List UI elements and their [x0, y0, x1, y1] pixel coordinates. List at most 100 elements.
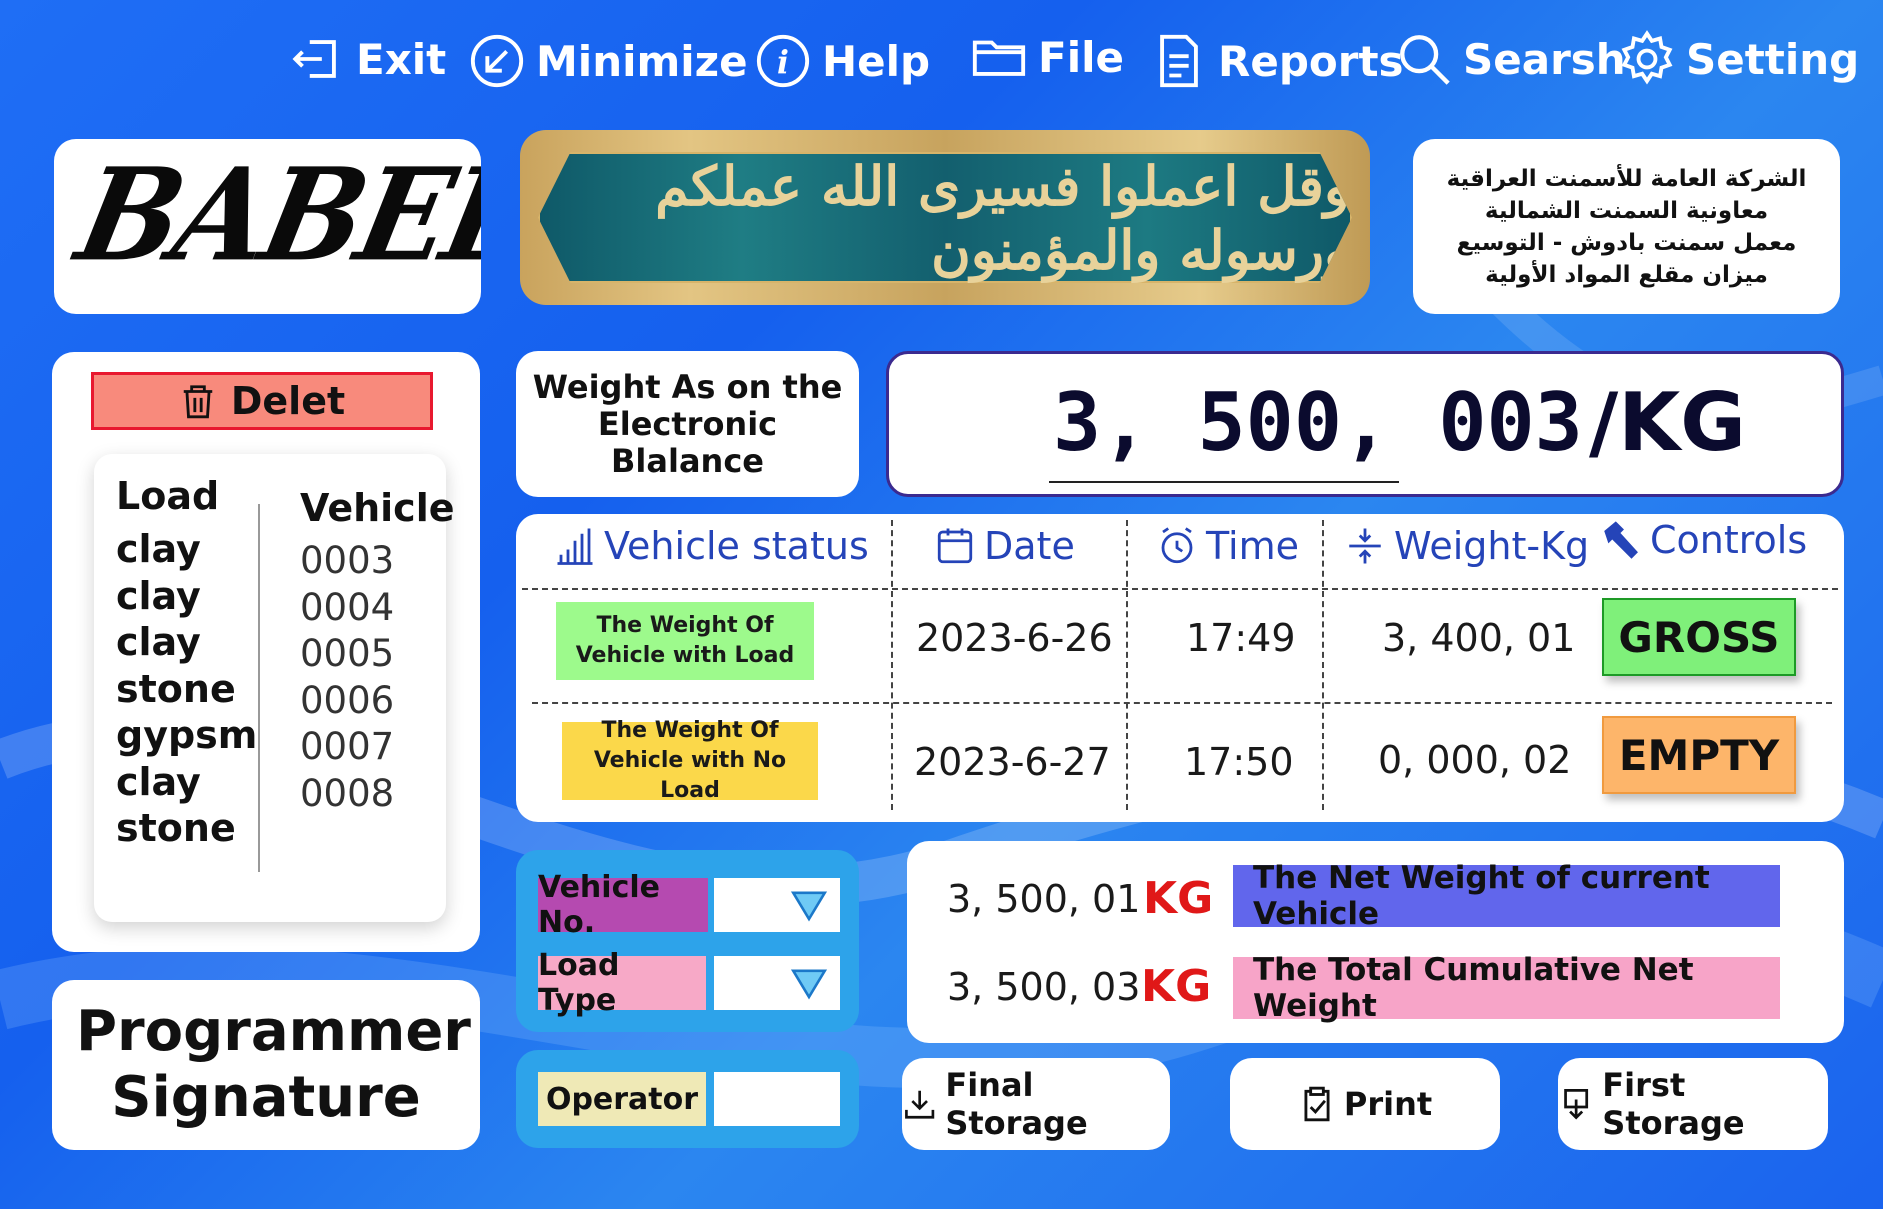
gear-icon: [1621, 30, 1673, 85]
vehicle-status-table: Vehicle status Date Time Weight-Kg Contr…: [516, 514, 1844, 822]
load-type-dropdown[interactable]: [714, 956, 840, 1010]
list-item[interactable]: 0008: [300, 771, 455, 818]
load-header: Load: [116, 474, 220, 518]
chevron-down-icon: [790, 969, 828, 1000]
organization-card: الشركة العامة للأسمنت العراقية معاونية ا…: [1413, 139, 1840, 314]
search-icon: [1400, 35, 1450, 85]
weight-header-label: Weight-Kg: [1394, 524, 1590, 568]
net-current-unit: KG: [1143, 873, 1214, 924]
net-total-value: 3, 500, 03: [947, 965, 1141, 1009]
date-header-label: Date: [984, 524, 1075, 568]
org-line: معاونية السمنت الشمالية: [1484, 197, 1769, 224]
delete-button[interactable]: Delet: [91, 372, 433, 430]
net-total-unit: KG: [1141, 961, 1212, 1012]
row-time: 17:49: [1186, 616, 1296, 660]
reports-menu-item[interactable]: Reports: [1150, 32, 1404, 90]
list-item[interactable]: gypsm: [116, 712, 257, 759]
print-label: Print: [1343, 1085, 1433, 1123]
column-separator: [1126, 520, 1128, 810]
status-badge: The Weight Of Vehicle with Load: [556, 602, 814, 680]
search-menu-item[interactable]: Searsh: [1395, 30, 1626, 88]
org-line: الشركة العامة للأسمنت العراقية: [1446, 165, 1807, 192]
balance-display: 3, 500, 003 /KG: [886, 351, 1844, 497]
balance-label-card: Weight As on the Electronic Blalance: [516, 351, 859, 497]
delete-label: Delet: [230, 379, 346, 423]
balance-label: Weight As on the Electronic Blalance: [532, 367, 843, 480]
operator-panel: Operator: [516, 1050, 859, 1148]
first-storage-button[interactable]: First Storage: [1558, 1058, 1828, 1150]
banner-inner: وقل اعملوا فسيرى الله عملكم ورسوله والمؤ…: [538, 152, 1352, 283]
list-item[interactable]: stone: [116, 666, 257, 713]
balance-value: 3, 500, 003: [1053, 376, 1583, 469]
calligraphy-text: وقل اعملوا فسيرى الله عملكم ورسوله والمؤ…: [655, 153, 1350, 282]
org-line: معمل سمنت بادوش - التوسيع: [1456, 229, 1797, 256]
time-header: Time: [1156, 524, 1299, 568]
svg-text:i: i: [777, 45, 789, 81]
empty-button[interactable]: EMPTY: [1602, 716, 1796, 794]
column-separator: [891, 520, 893, 810]
babel-logo: BABEL: [54, 139, 481, 314]
final-storage-label: Final Storage: [945, 1066, 1088, 1142]
trash-icon: [183, 385, 213, 419]
first-storage-label: First Storage: [1602, 1066, 1745, 1142]
time-header-label: Time: [1206, 524, 1299, 568]
row-separator: [532, 702, 1832, 704]
vehicle-column: Vehicle 0003 0004 0005 0006 0007 0008: [300, 486, 455, 817]
clipboard-check-icon: [1304, 1086, 1330, 1122]
controls-header: Controls: [1600, 518, 1807, 562]
column-separator: [1322, 520, 1324, 810]
exit-menu-item[interactable]: Exit: [288, 30, 446, 88]
help-label: Help: [822, 36, 931, 86]
folder-icon: [972, 40, 1026, 76]
org-line: ميزان مقلع المواد الأولية: [1485, 261, 1768, 288]
print-button[interactable]: Print: [1230, 1058, 1500, 1150]
setting-menu-item[interactable]: Setting: [1618, 30, 1859, 88]
list-item[interactable]: clay: [116, 759, 257, 806]
row-weight: 3, 400, 01: [1382, 616, 1576, 660]
row-separator: [522, 588, 1838, 590]
final-storage-button[interactable]: Final Storage: [902, 1058, 1170, 1150]
bar-chart-icon: [557, 528, 593, 565]
list-item[interactable]: 0005: [300, 631, 455, 678]
row-date: 2023-6-27: [914, 740, 1111, 784]
setting-label: Setting: [1686, 34, 1860, 84]
minimize-menu-item[interactable]: Minimize: [468, 32, 748, 90]
list-item[interactable]: clay: [116, 619, 257, 666]
selection-panel: Vehicle No. Load Type: [516, 850, 859, 1032]
column-divider: [258, 504, 260, 872]
list-item[interactable]: 0003: [300, 538, 455, 585]
exit-label: Exit: [356, 34, 447, 84]
programmer-signature: Programmer Signature: [52, 980, 480, 1150]
save-down-icon: [1564, 1089, 1589, 1120]
file-label: File: [1038, 32, 1124, 82]
balance-unit: /KG: [1589, 376, 1746, 469]
load-column: Load clay clay clay stone gypsm clay sto…: [116, 474, 257, 852]
vehicle-header: Vehicle: [300, 486, 455, 530]
balance-underline: [1049, 481, 1399, 483]
status-header: Vehicle status: [554, 524, 869, 568]
list-item[interactable]: stone: [116, 805, 257, 852]
list-item[interactable]: clay: [116, 526, 257, 573]
minimize-label: Minimize: [536, 36, 748, 86]
list-item[interactable]: 0007: [300, 724, 455, 771]
search-label: Searsh: [1463, 34, 1626, 84]
list-item[interactable]: 0004: [300, 585, 455, 632]
date-header: Date: [934, 524, 1075, 568]
file-menu-item[interactable]: File: [970, 28, 1124, 86]
list-item[interactable]: 0006: [300, 678, 455, 725]
vehicle-no-label: Vehicle No.: [538, 870, 708, 940]
vehicle-no-dropdown[interactable]: [714, 878, 840, 932]
exit-icon: [292, 40, 336, 78]
help-menu-item[interactable]: i Help: [754, 32, 930, 90]
operator-input[interactable]: [714, 1072, 840, 1126]
load-vehicle-list: Load clay clay clay stone gypsm clay sto…: [94, 454, 455, 922]
net-total-label: The Total Cumulative Net Weight: [1233, 952, 1780, 1024]
calendar-icon: [937, 528, 973, 564]
calligraphy-banner: وقل اعملوا فسيرى الله عملكم ورسوله والمؤ…: [520, 130, 1370, 305]
download-icon: [905, 1090, 935, 1119]
list-item[interactable]: clay: [116, 573, 257, 620]
status-badge: The Weight Of Vehicle with No Load: [562, 718, 818, 803]
gross-button[interactable]: GROSS: [1602, 598, 1796, 676]
load-type-label: Load Type: [538, 948, 706, 1018]
top-menu: Exit Minimize i Help File Reports Searsh…: [0, 22, 1883, 92]
